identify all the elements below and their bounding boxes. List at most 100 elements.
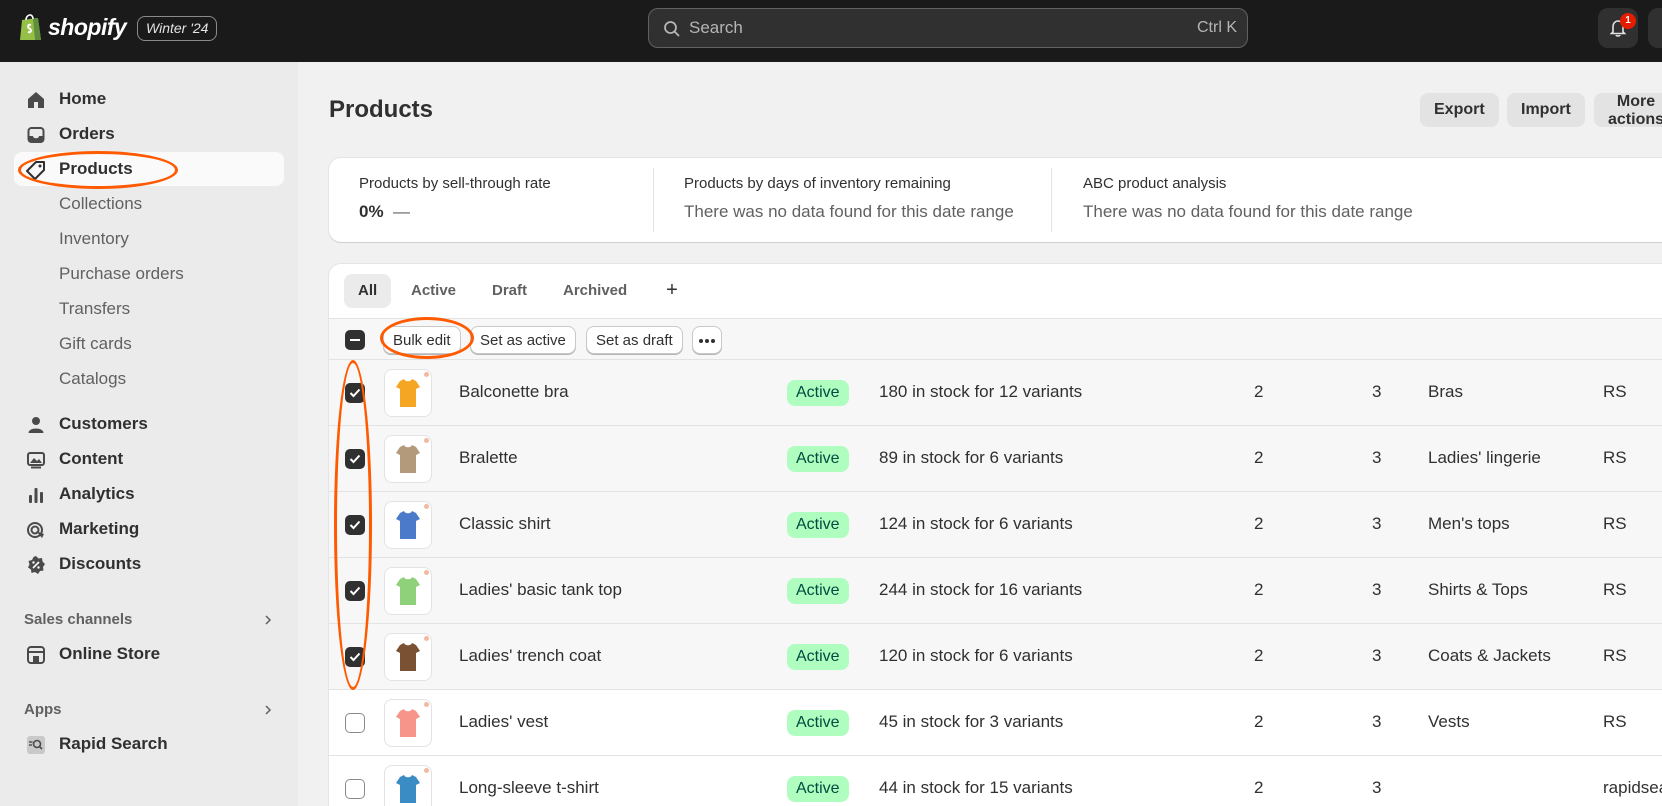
search-icon — [664, 21, 680, 37]
sidebar-item-purchase-orders[interactable]: Purchase orders — [14, 257, 284, 291]
product-name[interactable]: Balconette bra — [459, 382, 569, 402]
more-actions-ellipsis-icon[interactable] — [692, 326, 722, 354]
metric-value: There was no data found for this date ra… — [1083, 202, 1413, 221]
tab-draft[interactable]: Draft — [478, 274, 541, 308]
metric-sell-through[interactable]: Products by sell-through rate 0% — — [359, 175, 551, 222]
checkmark-icon — [349, 520, 361, 530]
product-image-icon — [396, 445, 420, 473]
product-image-icon — [396, 577, 420, 605]
inventory-cell: 45 in stock for 3 variants — [879, 712, 1064, 731]
bulk-actions-bar: Bulk edit Set as active Set as draft — [329, 318, 1662, 360]
table-row[interactable]: Bralette Active 89 in stock for 6 varian… — [329, 426, 1662, 492]
sidebar-item-products[interactable]: Products — [14, 152, 284, 186]
sidebar-item-gift-cards[interactable]: Gift cards — [14, 327, 284, 361]
product-thumbnail[interactable] — [384, 699, 432, 747]
sidebar-item-label: Content — [59, 449, 124, 468]
table-row[interactable]: Ladies' trench coat Active 120 in stock … — [329, 624, 1662, 690]
chevron-right-icon[interactable] — [262, 614, 274, 626]
row-checkbox[interactable] — [345, 713, 365, 733]
sidebar-item-label: Orders — [59, 124, 115, 143]
sales-channels-title[interactable]: Sales channels — [24, 611, 132, 628]
sidebar-item-discounts[interactable]: Discounts — [14, 547, 284, 581]
row-checkbox[interactable] — [345, 515, 365, 535]
sidebar-item-analytics[interactable]: Analytics — [14, 477, 284, 511]
metric-days-inventory[interactable]: Products by days of inventory remaining … — [684, 175, 1014, 222]
search-bar[interactable]: Ctrl K — [648, 8, 1248, 48]
search-input[interactable] — [689, 9, 1159, 47]
product-image-icon — [396, 511, 420, 539]
sidebar-item-transfers[interactable]: Transfers — [14, 292, 284, 326]
sidebar-item-catalogs[interactable]: Catalogs — [14, 362, 284, 396]
product-name[interactable]: Classic shirt — [459, 514, 551, 534]
row-checkbox[interactable] — [345, 581, 365, 601]
select-all-checkbox[interactable] — [345, 330, 365, 350]
sidebar-item-label: Products — [59, 159, 133, 178]
table-row[interactable]: Ladies' basic tank top Active 244 in sto… — [329, 558, 1662, 624]
sidebar-item-inventory[interactable]: Inventory — [14, 222, 284, 256]
shopify-logo[interactable]: shopify — [18, 12, 127, 42]
tab-archived[interactable]: Archived — [549, 274, 641, 308]
sidebar-item-label: Online Store — [59, 644, 161, 663]
sidebar-item-online-store[interactable]: Online Store — [14, 637, 284, 671]
sidebar-item-orders[interactable]: Orders — [14, 117, 284, 151]
status-badge: Active — [787, 578, 849, 604]
product-thumbnail[interactable] — [384, 567, 432, 615]
product-name[interactable]: Bralette — [459, 448, 518, 468]
sales-channels-cell: 2 — [1254, 514, 1264, 533]
add-view-plus-icon[interactable]: + — [659, 274, 685, 308]
person-icon — [28, 417, 44, 433]
tag-icon — [26, 161, 45, 180]
checkmark-icon — [349, 652, 361, 662]
row-checkbox[interactable] — [345, 779, 365, 799]
product-thumbnail[interactable] — [384, 501, 432, 549]
product-image-icon — [396, 379, 420, 407]
edition-badge[interactable]: Winter '24 — [137, 16, 218, 41]
markets-cell: 3 — [1372, 778, 1382, 797]
metric-abc-analysis[interactable]: ABC product analysis There was no data f… — [1083, 175, 1413, 222]
bulk-edit-button[interactable]: Bulk edit — [383, 326, 461, 354]
account-button[interactable] — [1648, 8, 1662, 48]
category-cell: Vests — [1428, 712, 1470, 731]
tab-all[interactable]: All — [344, 274, 392, 308]
chevron-right-icon[interactable] — [262, 704, 274, 716]
status-badge: Active — [787, 644, 849, 670]
product-name[interactable]: Ladies' basic tank top — [459, 580, 622, 600]
table-row[interactable]: Ladies' vest Active 45 in stock for 3 va… — [329, 690, 1662, 756]
sidebar-item-label: Discounts — [59, 554, 142, 573]
set-as-active-button[interactable]: Set as active — [470, 326, 576, 354]
product-thumbnail[interactable] — [384, 435, 432, 483]
sidebar-item-customers[interactable]: Customers — [14, 407, 284, 441]
apps-title[interactable]: Apps — [24, 701, 62, 718]
row-checkbox[interactable] — [345, 383, 365, 403]
product-name[interactable]: Long-sleeve t-shirt — [459, 778, 599, 798]
product-name[interactable]: Ladies' vest — [459, 712, 548, 732]
inventory-cell: 124 in stock for 6 variants — [879, 514, 1073, 533]
sales-channels-cell: 2 — [1254, 448, 1264, 467]
table-row[interactable]: Balconette bra Active 180 in stock for 1… — [329, 360, 1662, 426]
home-icon — [28, 92, 44, 108]
set-as-draft-button[interactable]: Set as draft — [586, 326, 683, 354]
sidebar-item-home[interactable]: Home — [14, 82, 284, 116]
row-checkbox[interactable] — [345, 647, 365, 667]
export-button[interactable]: Export — [1420, 93, 1499, 127]
product-thumbnail[interactable] — [384, 765, 432, 806]
markets-cell: 3 — [1372, 448, 1382, 467]
sales-channels-cell: 2 — [1254, 382, 1264, 401]
sidebar-item-content[interactable]: Content — [14, 442, 284, 476]
sidebar-item-marketing[interactable]: Marketing — [14, 512, 284, 546]
sidebar-item-label: Home — [59, 89, 107, 108]
product-thumbnail[interactable] — [384, 633, 432, 681]
product-name[interactable]: Ladies' trench coat — [459, 646, 601, 666]
row-checkbox[interactable] — [345, 449, 365, 469]
product-thumbnail[interactable] — [384, 369, 432, 417]
tab-active[interactable]: Active — [397, 274, 470, 308]
more-actions-button[interactable]: More actions — [1594, 93, 1662, 128]
product-image-icon — [396, 709, 420, 737]
table-row[interactable]: Classic shirt Active 124 in stock for 6 … — [329, 492, 1662, 558]
sidebar-item-collections[interactable]: Collections — [14, 187, 284, 221]
import-button[interactable]: Import — [1507, 93, 1585, 127]
metric-number: 0% — [359, 202, 384, 221]
notifications-button[interactable]: 1 — [1598, 8, 1638, 48]
sidebar-item-rapid-search[interactable]: Rapid Search — [14, 727, 284, 761]
table-row[interactable]: Long-sleeve t-shirt Active 44 in stock f… — [329, 756, 1662, 806]
